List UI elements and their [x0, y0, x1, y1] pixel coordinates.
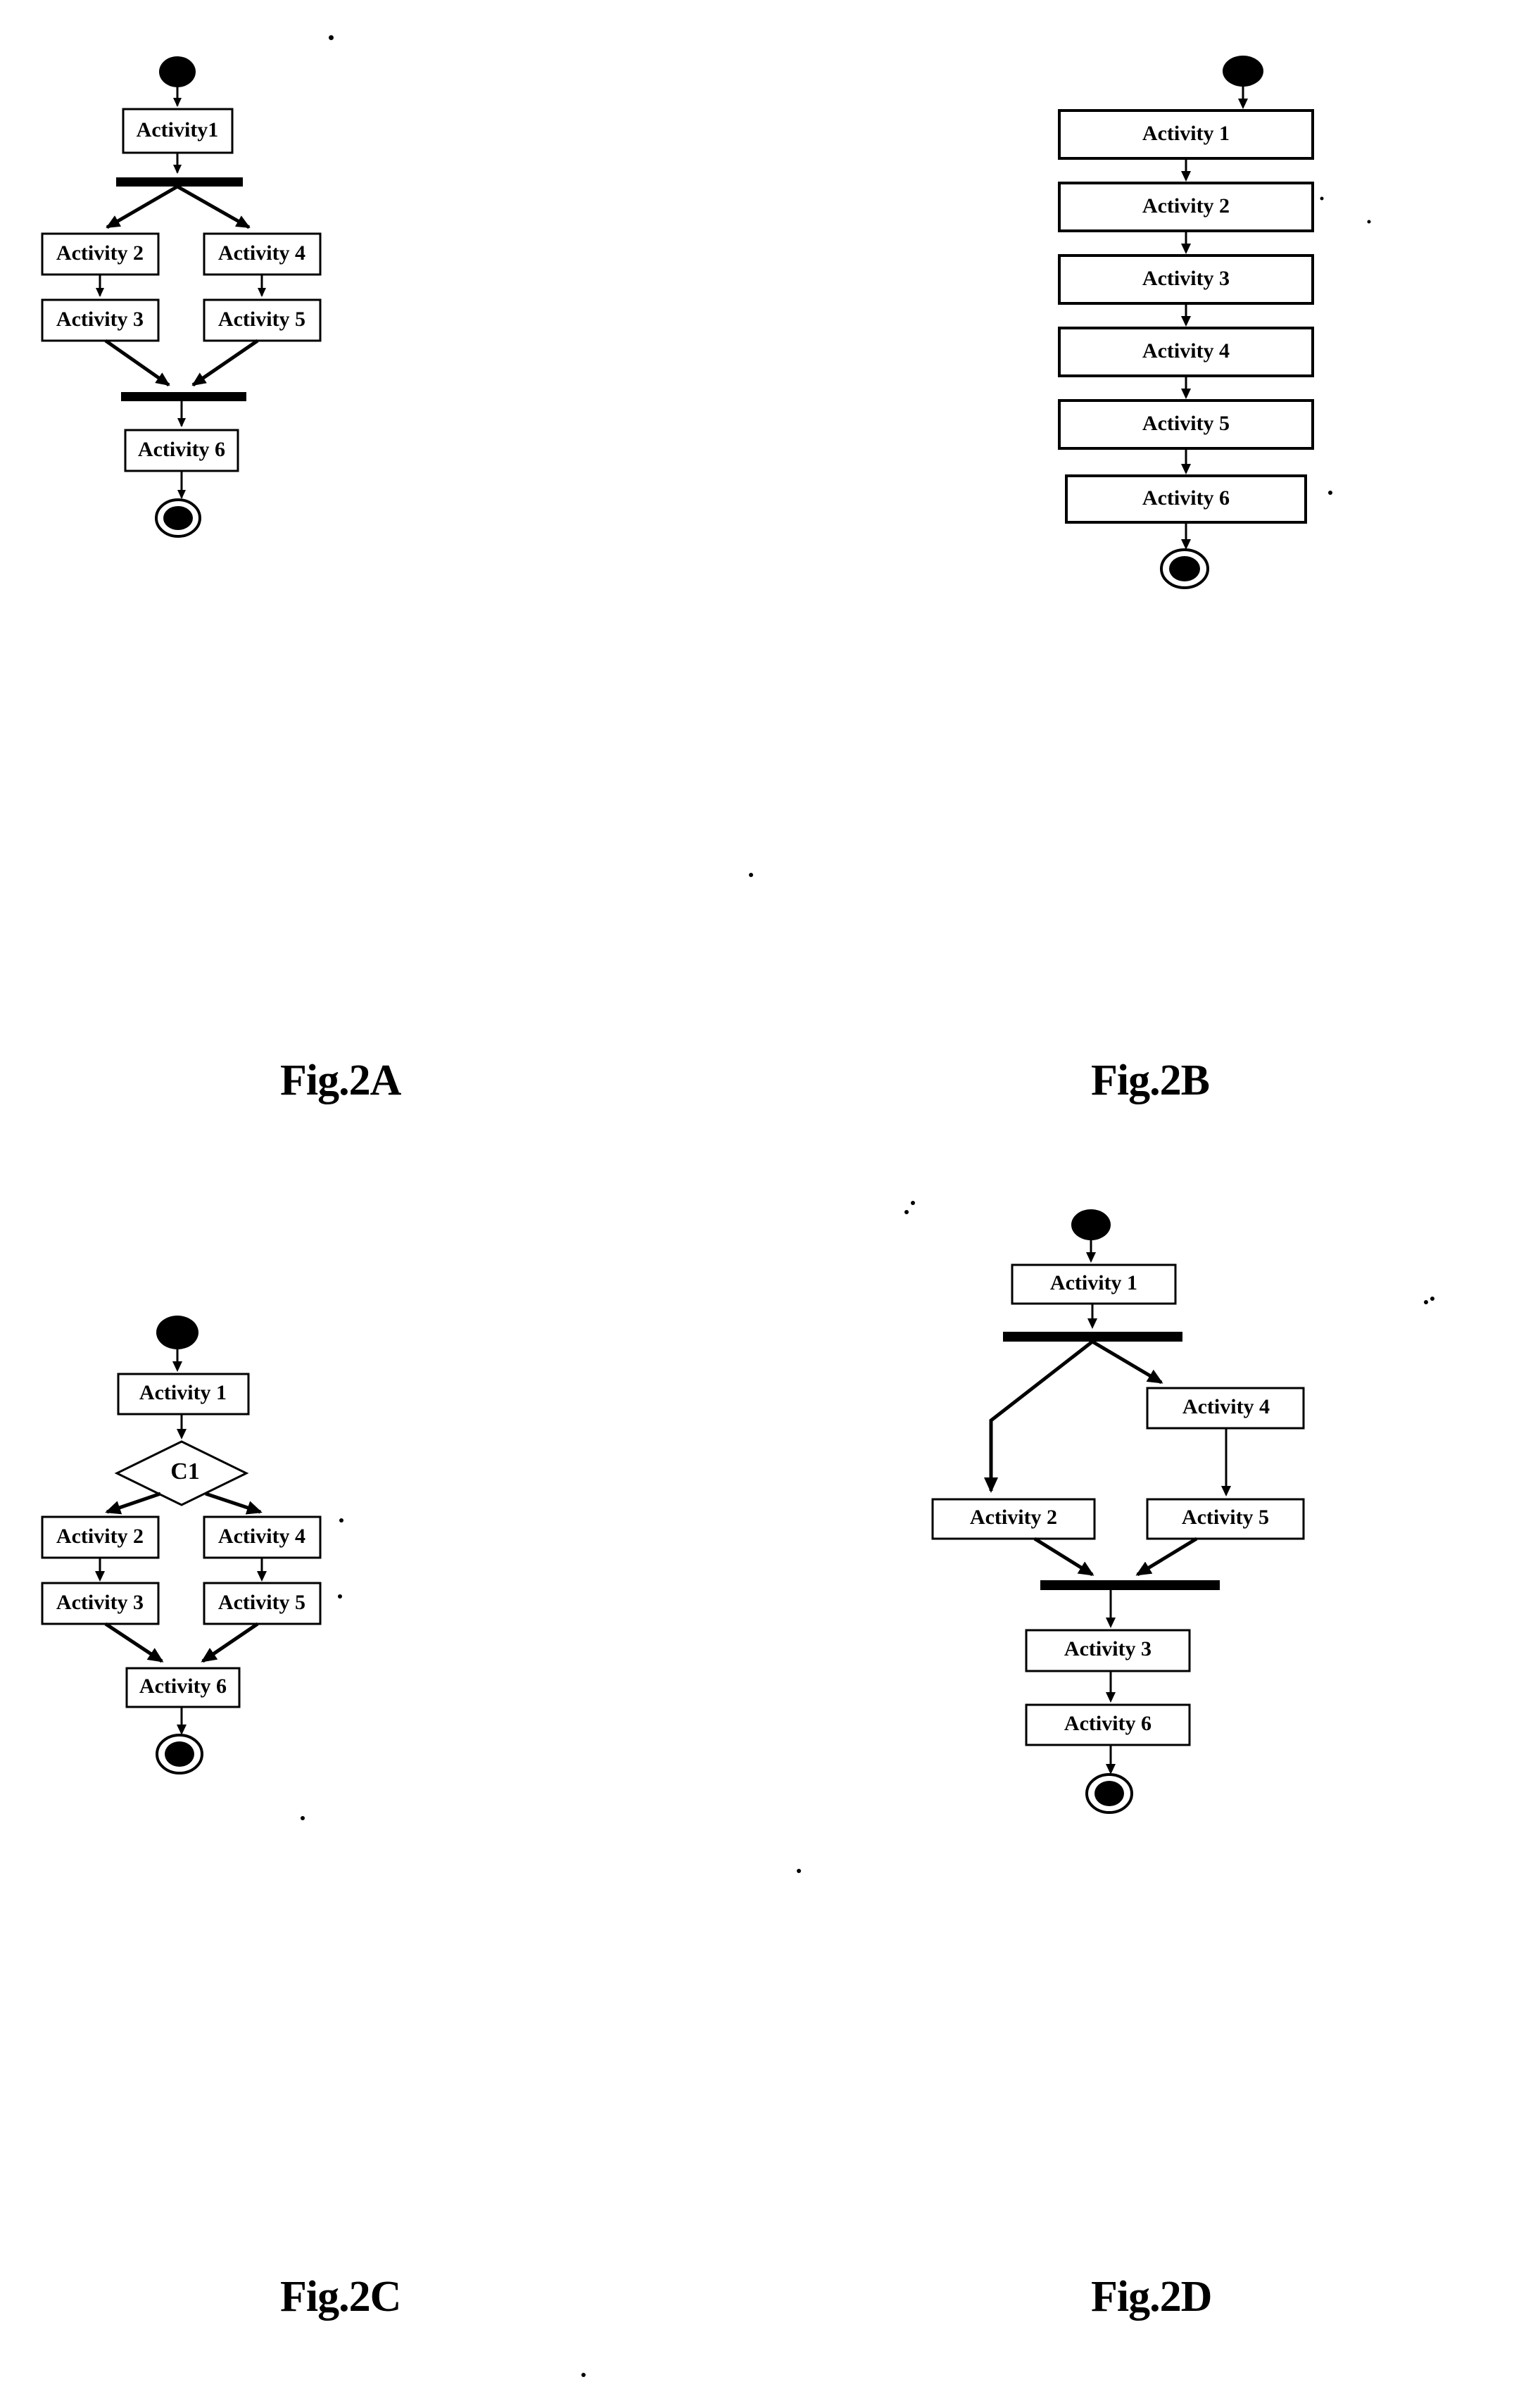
end-node	[1160, 548, 1209, 589]
flow-a2-to-join	[1033, 1537, 1094, 1577]
activity-label: Activity 1	[1050, 1271, 1137, 1294]
figure-2a: Activity1 Activity 2 Activity 4 Activity…	[0, 42, 766, 1028]
scan-speck	[797, 1869, 801, 1873]
figure-caption-2c: Fig.2C	[280, 2273, 401, 2321]
scan-speck	[749, 873, 753, 877]
decision-node-c1: C1	[114, 1440, 249, 1506]
figure-caption-2d: Fig.2D	[1091, 2273, 1212, 2321]
activity-label: Activity 6	[138, 438, 225, 461]
start-node	[156, 1316, 198, 1349]
scan-speck	[1320, 196, 1324, 201]
flow-fork-to-a4	[1091, 1339, 1163, 1385]
activity-label: Activity 4	[218, 1525, 305, 1548]
figure-2b: Activity 1 Activity 2 Activity 3 Activit…	[971, 42, 1464, 1028]
activity-node-a2: Activity 2	[1058, 182, 1314, 232]
activity-label: Activity1	[137, 118, 219, 141]
scan-speck	[1367, 220, 1371, 224]
scan-speck	[339, 1518, 343, 1523]
flow-a3-to-a6	[104, 1622, 164, 1663]
flow-c1-to-a2	[105, 1492, 161, 1515]
activity-label: Activity 6	[1064, 1712, 1152, 1735]
scan-speck	[581, 2373, 586, 2377]
flow-fork-to-a4	[176, 184, 251, 229]
activity-label: Activity 3	[1142, 267, 1230, 290]
fork-bar	[1003, 1332, 1182, 1342]
scan-speck	[338, 1594, 342, 1599]
flow-a5-to-join	[191, 339, 259, 387]
activity-label: Activity 1	[1142, 122, 1230, 145]
activity-node-a1: Activity 1	[1058, 109, 1314, 160]
scan-speck	[911, 1201, 915, 1205]
activity-node-a3: Activity 3	[1025, 1629, 1191, 1672]
activity-node-a2: Activity 2	[931, 1498, 1096, 1540]
end-node	[155, 498, 201, 538]
start-node	[159, 56, 196, 87]
activity-label: Activity 4	[218, 241, 305, 265]
activity-node-a5: Activity 5	[203, 1582, 322, 1625]
activity-node-a3: Activity 3	[41, 1582, 160, 1625]
figure-caption-2a: Fig.2A	[280, 1057, 401, 1104]
flow-c1-to-a4	[205, 1492, 263, 1515]
join-bar	[1040, 1580, 1220, 1590]
activity-label: Activity 2	[1142, 194, 1230, 218]
activity-label: Activity 2	[56, 241, 144, 265]
activity-label: Activity 3	[56, 308, 144, 331]
join-bar	[121, 392, 246, 401]
activity-label: Activity 3	[1064, 1637, 1152, 1660]
activity-node-a6: Activity 6	[125, 1667, 241, 1708]
activity-node-a5: Activity 5	[203, 298, 322, 342]
activity-node-a2: Activity 2	[41, 232, 160, 276]
scan-speck	[904, 1210, 909, 1214]
activity-label: Activity 5	[1142, 412, 1230, 435]
activity-node-a1: Activity 1	[117, 1373, 250, 1416]
activity-label: Activity 5	[1182, 1506, 1269, 1529]
activity-label: Activity 6	[139, 1675, 227, 1698]
activity-label: Activity 2	[56, 1525, 144, 1548]
activity-node-a4: Activity 4	[203, 232, 322, 276]
start-node	[1071, 1209, 1111, 1240]
activity-label: Activity 4	[1182, 1395, 1270, 1418]
scan-speck	[329, 35, 334, 40]
activity-node-a6: Activity 6	[1065, 474, 1307, 524]
figure-2d: Activity 1 Activity 4 Activity 2 Activit…	[866, 1197, 1471, 2217]
figure-2c: Activity 1 C1 Activity 2 Activity 4 Acti…	[0, 1302, 766, 2217]
scan-speck	[301, 1816, 305, 1820]
flow-fork-to-a2	[106, 184, 179, 229]
activity-node-a5: Activity 5	[1146, 1498, 1305, 1540]
activity-node-a2: Activity 2	[41, 1515, 160, 1559]
activity-node-a4: Activity 4	[203, 1515, 322, 1559]
figure-caption-2b: Fig.2B	[1091, 1057, 1210, 1104]
activity-node-a1: Activity1	[122, 108, 234, 154]
drawing-sheet: Activity1 Activity 2 Activity 4 Activity…	[0, 0, 1533, 2408]
activity-node-a3: Activity 3	[1058, 254, 1314, 305]
activity-label: Activity 2	[970, 1506, 1057, 1529]
activity-label: Activity 6	[1142, 486, 1230, 510]
activity-label: Activity 1	[139, 1381, 227, 1404]
flow-a5-to-a6	[201, 1622, 259, 1663]
flow-a3-to-join	[104, 339, 170, 387]
decision-label: C1	[170, 1458, 200, 1484]
activity-node-a4: Activity 4	[1058, 327, 1314, 377]
flow-a5-to-join	[1135, 1537, 1198, 1577]
activity-node-a3: Activity 3	[41, 298, 160, 342]
flow-fork-to-a2	[984, 1340, 1094, 1493]
start-node	[1223, 56, 1263, 87]
scan-speck	[1328, 491, 1332, 495]
activity-label: Activity 5	[218, 308, 305, 331]
activity-label: Activity 4	[1142, 339, 1230, 363]
activity-node-a4: Activity 4	[1146, 1387, 1305, 1430]
activity-node-a6: Activity 6	[124, 429, 239, 472]
activity-label: Activity 3	[56, 1591, 144, 1614]
end-node	[156, 1734, 203, 1775]
scan-speck	[1424, 1300, 1428, 1304]
activity-node-a1: Activity 1	[1011, 1263, 1177, 1305]
end-node	[1085, 1773, 1133, 1814]
fork-bar	[116, 177, 243, 187]
scan-speck	[1430, 1297, 1434, 1301]
activity-node-a5: Activity 5	[1058, 399, 1314, 450]
activity-node-a6: Activity 6	[1025, 1703, 1191, 1746]
activity-label: Activity 5	[218, 1591, 305, 1614]
